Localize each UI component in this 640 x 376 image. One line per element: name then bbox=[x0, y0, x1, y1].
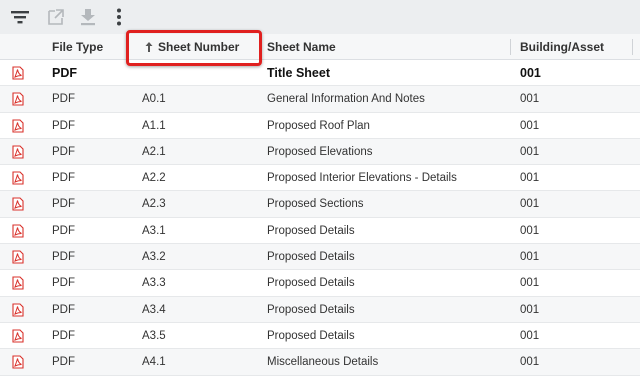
column-divider[interactable] bbox=[261, 39, 262, 55]
file-type-cell: PDF bbox=[52, 119, 75, 132]
sheet-name-cell: Proposed Details bbox=[267, 277, 355, 290]
column-divider[interactable] bbox=[126, 39, 127, 55]
sheet-name-cell: Proposed Details bbox=[267, 329, 355, 342]
building-cell: 001 bbox=[520, 172, 540, 185]
sheet-name-cell: Miscellaneous Details bbox=[267, 356, 379, 369]
pdf-file-icon bbox=[12, 276, 24, 290]
table-header: File Type Sheet Number Sheet Name Buildi… bbox=[0, 30, 640, 66]
table-row[interactable]: PDF A3.4 Proposed Details 001 bbox=[0, 296, 640, 323]
sheet-name-cell: Proposed Interior Elevations - Details bbox=[267, 172, 457, 185]
building-cell: 001 bbox=[520, 66, 541, 80]
file-type-cell: PDF bbox=[52, 198, 75, 211]
column-divider[interactable] bbox=[632, 39, 633, 55]
table-row[interactable]: PDF A1.1 Proposed Roof Plan 001 bbox=[0, 113, 640, 139]
file-type-cell: PDF bbox=[52, 303, 75, 316]
file-type-cell: PDF bbox=[52, 66, 77, 80]
building-cell: 001 bbox=[520, 93, 540, 106]
file-type-cell: PDF bbox=[52, 145, 75, 158]
table-row[interactable]: PDF A4.1 Miscellaneous Details 001 bbox=[0, 349, 640, 376]
building-cell: 001 bbox=[520, 145, 540, 158]
building-cell: 001 bbox=[520, 329, 540, 342]
building-cell: 001 bbox=[520, 303, 540, 316]
building-cell: 001 bbox=[520, 356, 540, 369]
more-options-icon[interactable] bbox=[110, 8, 128, 26]
pdf-file-icon bbox=[12, 197, 24, 212]
sheet-number-cell: A0.1 bbox=[142, 93, 166, 106]
pdf-file-icon bbox=[12, 145, 24, 159]
sheet-number-cell: A1.1 bbox=[142, 119, 166, 132]
sheet-name-cell: Proposed Details bbox=[267, 251, 355, 264]
pdf-file-icon bbox=[12, 355, 24, 369]
pdf-file-icon bbox=[12, 119, 24, 133]
sheet-number-cell: A3.2 bbox=[142, 251, 166, 264]
filter-icon[interactable] bbox=[10, 8, 30, 26]
file-type-cell: PDF bbox=[52, 224, 75, 237]
table-row[interactable]: PDF A3.2 Proposed Details 001 bbox=[0, 244, 640, 271]
file-type-cell: PDF bbox=[52, 329, 75, 342]
sheet-number-cell: A3.4 bbox=[142, 303, 166, 316]
pdf-file-icon bbox=[12, 329, 24, 343]
column-header-sheet-name[interactable]: Sheet Name bbox=[267, 34, 336, 60]
sheet-name-cell: General Information And Notes bbox=[267, 93, 425, 106]
sheet-name-cell: Proposed Roof Plan bbox=[267, 119, 370, 132]
building-cell: 001 bbox=[520, 251, 540, 264]
sheet-name-cell: Proposed Elevations bbox=[267, 145, 373, 158]
file-type-cell: PDF bbox=[52, 172, 75, 185]
table-row[interactable]: PDF A3.3 Proposed Details 001 bbox=[0, 270, 640, 297]
column-header-building[interactable]: Building/Asset bbox=[520, 34, 604, 60]
sheet-number-cell: A3.3 bbox=[142, 277, 166, 290]
download-icon[interactable] bbox=[78, 8, 98, 26]
export-icon[interactable] bbox=[46, 8, 66, 26]
table-row[interactable]: PDF A3.5 Proposed Details 001 bbox=[0, 323, 640, 350]
table-row[interactable]: PDF A3.1 Proposed Details 001 bbox=[0, 218, 640, 245]
sort-ascending-icon bbox=[145, 42, 153, 52]
column-header-file-type[interactable]: File Type bbox=[52, 34, 103, 60]
building-cell: 001 bbox=[520, 198, 540, 211]
pdf-file-icon bbox=[12, 92, 24, 106]
pdf-file-icon bbox=[12, 171, 24, 185]
file-type-cell: PDF bbox=[52, 251, 75, 264]
sheet-name-cell: Proposed Sections bbox=[267, 198, 364, 211]
table-body: PDF Title Sheet 001 PDF A0.1 General Informat… bbox=[0, 60, 640, 376]
building-cell: 001 bbox=[520, 224, 540, 237]
sheet-number-cell: A2.2 bbox=[142, 172, 166, 185]
building-cell: 001 bbox=[520, 277, 540, 290]
sheet-number-cell: A4.1 bbox=[142, 356, 166, 369]
column-header-sheet-number-label: Sheet Number bbox=[158, 40, 240, 54]
file-type-cell: PDF bbox=[52, 93, 75, 106]
pdf-file-icon bbox=[12, 66, 24, 80]
table-row[interactable]: PDF A0.1 General Information And Notes 001 bbox=[0, 86, 640, 113]
pdf-file-icon bbox=[12, 224, 24, 238]
sheet-name-cell: Title Sheet bbox=[267, 66, 330, 80]
sheet-name-cell: Proposed Details bbox=[267, 303, 355, 316]
sheet-name-cell: Proposed Details bbox=[267, 224, 355, 237]
sheet-number-cell: A3.1 bbox=[142, 224, 166, 237]
building-cell: 001 bbox=[520, 119, 540, 132]
pdf-file-icon bbox=[12, 303, 24, 317]
sheet-number-cell: A2.3 bbox=[142, 198, 166, 211]
toolbar bbox=[0, 0, 640, 34]
table-row[interactable]: PDF A2.1 Proposed Elevations 001 bbox=[0, 138, 640, 166]
sheet-number-cell: A3.5 bbox=[142, 329, 166, 342]
table-row[interactable]: PDF Title Sheet 001 bbox=[0, 60, 640, 87]
table-row[interactable]: PDF A2.3 Proposed Sections 001 bbox=[0, 191, 640, 218]
sheet-number-cell: A2.1 bbox=[142, 145, 166, 158]
pdf-file-icon bbox=[12, 250, 24, 264]
column-divider[interactable] bbox=[510, 39, 511, 55]
file-type-cell: PDF bbox=[52, 356, 75, 369]
file-type-cell: PDF bbox=[52, 277, 75, 290]
table-row[interactable]: PDF A2.2 Proposed Interior Elevations - De… bbox=[0, 165, 640, 192]
column-header-sheet-number[interactable]: Sheet Number bbox=[130, 34, 258, 60]
